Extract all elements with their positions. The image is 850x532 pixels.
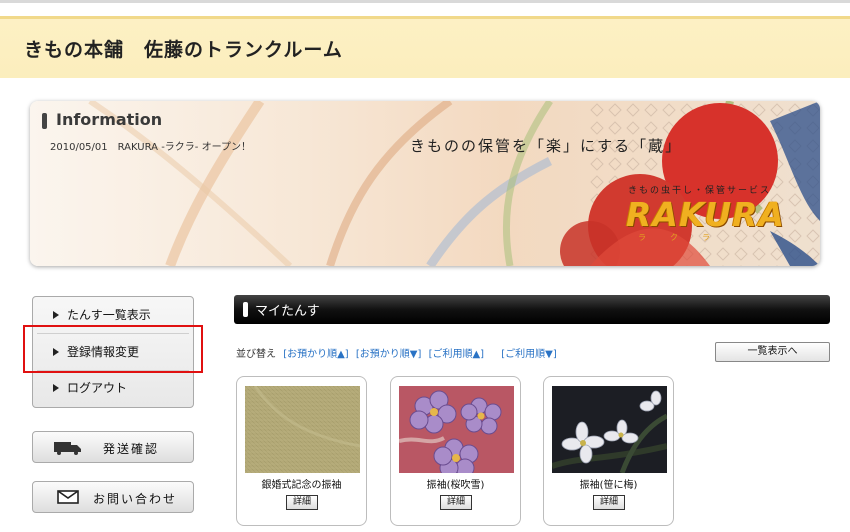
section-marker	[243, 302, 248, 317]
top-border	[0, 0, 850, 3]
menu-item-label: たんす一覧表示	[67, 308, 151, 322]
menu-item-label: ログアウト	[67, 381, 128, 395]
detail-button[interactable]: 詳細	[440, 495, 472, 510]
kimono-name: 振袖(笹に梅)	[579, 480, 638, 491]
triangle-right-icon	[53, 384, 59, 392]
sort-deposit-desc[interactable]: [お預かり順▼]	[356, 349, 422, 360]
sort-controls: 並び替え [お預かり順▲] [お預かり順▼] [ご利用順▲] [ご利用順▼]	[236, 345, 557, 360]
list-view-button[interactable]: 一覧表示へ	[715, 342, 830, 362]
rakura-logo-ruby: ラクラ	[638, 233, 734, 242]
kimono-card[interactable]: 銀婚式記念の振袖 詳細	[236, 376, 367, 526]
kimono-thumbnail[interactable]	[245, 386, 360, 473]
shipping-confirm-button[interactable]: 発送確認	[32, 431, 194, 463]
kimono-thumbnail[interactable]	[399, 386, 514, 473]
section-header: マイたんす	[234, 295, 830, 324]
envelope-icon	[57, 490, 79, 504]
banner-catchcopy: きものの保管を「楽」にする「蔵」	[410, 137, 683, 155]
contact-button[interactable]: お問い合わせ	[32, 481, 194, 513]
triangle-right-icon	[53, 311, 59, 319]
info-marker	[42, 113, 47, 129]
sort-usage-desc[interactable]: [ご利用順▼]	[501, 349, 557, 360]
site-header: きもの本舗 佐藤のトランクルーム	[0, 16, 850, 78]
contact-label: お問い合わせ	[93, 492, 178, 506]
kimono-name: 振袖(桜吹雪)	[426, 480, 485, 491]
news-item[interactable]: 2010/05/01 RAKURA -ラクラ- オープン！	[50, 138, 251, 153]
sort-label: 並び替え	[236, 349, 276, 360]
kimono-card[interactable]: 振袖(桜吹雪) 詳細	[390, 376, 521, 526]
sort-deposit-asc[interactable]: [お預かり順▲]	[283, 349, 349, 360]
rakura-logo: RAKURA	[626, 195, 786, 234]
kimono-card[interactable]: 振袖(笹に梅) 詳細	[543, 376, 674, 526]
info-title: Information	[56, 110, 163, 129]
section-title: マイたんす	[255, 304, 320, 319]
detail-button[interactable]: 詳細	[286, 495, 318, 510]
sort-usage-asc[interactable]: [ご利用順▲]	[429, 349, 485, 360]
detail-button[interactable]: 詳細	[593, 495, 625, 510]
site-title: きもの本舗 佐藤のトランクルーム	[24, 39, 343, 61]
kimono-name: 銀婚式記念の振袖	[261, 480, 342, 491]
highlight-box	[23, 325, 203, 373]
kimono-thumbnail[interactable]	[552, 386, 667, 473]
shipping-confirm-label: 発送確認	[103, 442, 160, 456]
info-banner: Information 2010/05/01 RAKURA -ラクラ- オープン…	[30, 101, 820, 266]
menu-item-logout[interactable]: ログアウト	[33, 371, 193, 405]
truck-icon	[54, 442, 81, 455]
